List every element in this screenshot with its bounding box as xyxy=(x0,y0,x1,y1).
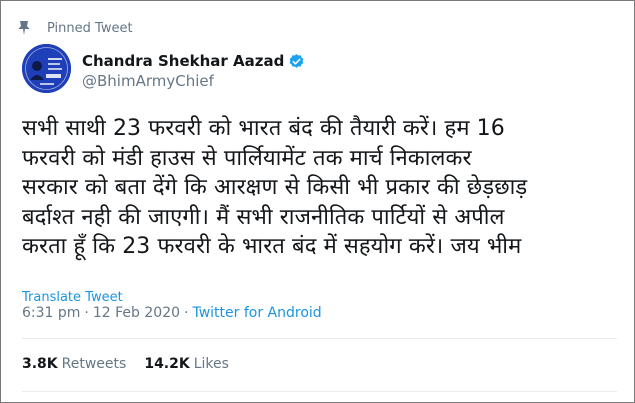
tweet-text: सभी साथी 23 फरवरी को भारत बंद की तैयारी … xyxy=(22,114,612,262)
meta-separator: · xyxy=(184,305,189,321)
divider xyxy=(22,338,617,339)
likes-label: Likes xyxy=(193,356,229,372)
tweet-time[interactable]: 6:31 pm xyxy=(22,305,80,321)
tweet-stats: 3.8K Retweets 14.2K Likes xyxy=(22,356,247,372)
avatar[interactable] xyxy=(22,44,71,93)
tweet-line: फरवरी को मंडी हाउस से पार्लियामेंट तक मा… xyxy=(22,145,472,171)
translate-tweet-link[interactable]: Translate Tweet xyxy=(22,290,123,305)
likes-count: 14.2K xyxy=(144,356,190,372)
retweets-stat[interactable]: 3.8K Retweets xyxy=(22,356,126,372)
avatar-image xyxy=(22,44,71,93)
meta-separator: · xyxy=(84,305,89,321)
author-name-row[interactable]: Chandra Shekhar Aazad xyxy=(82,52,305,70)
verified-badge-icon xyxy=(289,53,304,68)
author-display-name[interactable]: Chandra Shekhar Aazad xyxy=(82,52,284,70)
tweet-line: सरकार को बता देंगे कि आरक्षण से किसी भी … xyxy=(22,175,528,200)
tweet-date[interactable]: 12 Feb 2020 xyxy=(93,305,180,321)
pinned-label: Pinned Tweet xyxy=(47,21,133,36)
tweet-line: करता हूँ कि 23 फरवरी के भारत बंद में सहय… xyxy=(22,234,522,259)
retweets-label: Retweets xyxy=(61,356,127,372)
tweet-line: बर्दाश्त नही की जाएगी। मैं सभी राजनीतिक … xyxy=(22,204,505,230)
divider xyxy=(22,391,617,392)
pinned-indicator: Pinned Tweet xyxy=(18,21,133,36)
tweet-metadata: 6:31 pm · 12 Feb 2020 · Twitter for Andr… xyxy=(22,305,322,321)
retweets-count: 3.8K xyxy=(22,356,58,372)
tweet-line: सभी साथी 23 फरवरी को भारत बंद की तैयारी … xyxy=(22,116,505,141)
tweet-card: Pinned Tweet Chandra Shekhar Aazad @Bhim… xyxy=(0,0,635,403)
pin-icon xyxy=(18,21,30,35)
tweet-source-link[interactable]: Twitter for Android xyxy=(192,305,321,321)
author-handle[interactable]: @BhimArmyChief xyxy=(82,72,214,90)
likes-stat[interactable]: 14.2K Likes xyxy=(144,356,229,372)
